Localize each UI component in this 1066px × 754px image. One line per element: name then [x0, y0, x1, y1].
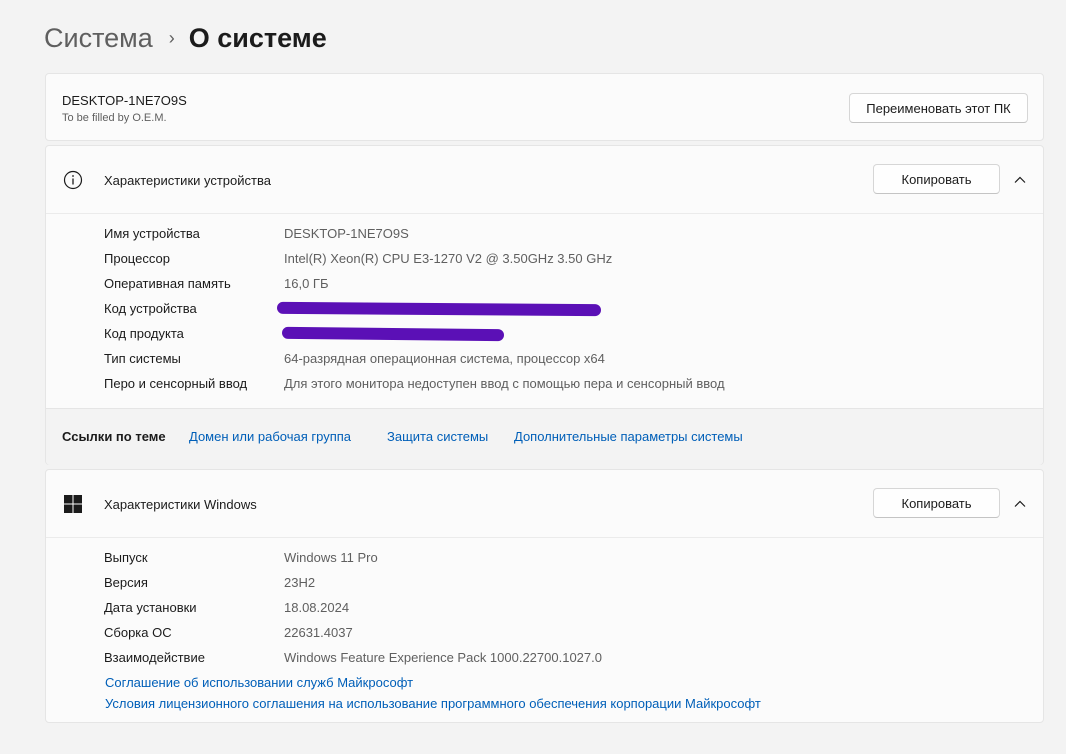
link-domain-workgroup[interactable]: Домен или рабочая группа [189, 429, 351, 444]
redaction-scribble [281, 326, 505, 342]
rename-pc-button[interactable]: Переименовать этот ПК [849, 93, 1028, 123]
device-specs-title: Характеристики устройства [104, 173, 271, 188]
spec-value: 23H2 [284, 575, 316, 590]
spec-label: Код устройства [104, 301, 197, 316]
breadcrumb-parent[interactable]: Система [44, 23, 153, 54]
related-links-label: Ссылки по теме [62, 429, 166, 444]
windows-specs-card: Характеристики Windows Копировать Выпуск… [45, 469, 1044, 723]
chevron-up-icon[interactable] [1013, 173, 1027, 187]
windows-logo-icon [64, 495, 82, 513]
spec-label: Перо и сенсорный ввод [104, 376, 248, 391]
windows-specs-header[interactable]: Характеристики Windows Копировать [46, 470, 1043, 538]
page-title: О системе [188, 22, 327, 53]
spec-label: Имя устройства [104, 226, 200, 241]
spec-value: Для этого монитора недоступен ввод с пом… [284, 376, 725, 391]
device-specs-card: Характеристики устройства Копировать Имя… [45, 145, 1044, 465]
spec-label: Взаимодействие [104, 650, 205, 665]
spec-label: Код продукта [104, 326, 184, 341]
pc-name-card: DESKTOP-1NE7O9S To be filled by O.E.M. П… [45, 73, 1044, 141]
spec-value: Windows 11 Pro [284, 550, 378, 565]
copy-windows-specs-button[interactable]: Копировать [873, 488, 1000, 518]
chevron-up-icon[interactable] [1013, 497, 1027, 511]
spec-value: 64-разрядная операционная система, проце… [284, 351, 605, 366]
spec-value: 18.08.2024 [284, 600, 350, 615]
related-links-bar: Ссылки по теме Домен или рабочая группа … [46, 408, 1043, 465]
spec-label: Процессор [104, 251, 170, 266]
spec-label: Сборка ОС [104, 625, 172, 640]
link-system-protection[interactable]: Защита системы [387, 429, 488, 444]
spec-value: 16,0 ГБ [284, 276, 329, 291]
windows-specs-title: Характеристики Windows [104, 497, 257, 512]
redaction-scribble [276, 301, 602, 317]
spec-label: Выпуск [104, 550, 148, 565]
spec-label: Версия [104, 575, 148, 590]
spec-value: 22631.4037 [284, 625, 353, 640]
link-microsoft-services-agreement[interactable]: Соглашение об использовании служб Майкро… [105, 675, 413, 690]
link-advanced-system-settings[interactable]: Дополнительные параметры системы [514, 429, 743, 444]
info-icon [63, 170, 83, 190]
spec-label: Тип системы [104, 351, 181, 366]
copy-device-specs-button[interactable]: Копировать [873, 164, 1000, 194]
spec-value: DESKTOP-1NE7O9S [284, 226, 409, 241]
spec-value: Windows Feature Experience Pack 1000.227… [284, 650, 602, 665]
spec-label: Дата установки [104, 600, 197, 615]
pc-name: DESKTOP-1NE7O9S [62, 93, 187, 108]
spec-value: Intel(R) Xeon(R) CPU E3-1270 V2 @ 3.50GH… [284, 251, 613, 266]
spec-label: Оперативная память [104, 276, 231, 291]
device-specs-header[interactable]: Характеристики устройства Копировать [46, 146, 1043, 214]
link-microsoft-license-terms[interactable]: Условия лицензионного соглашения на испо… [105, 696, 761, 711]
breadcrumb: Система › О системе [44, 20, 327, 56]
pc-manufacturer: To be filled by O.E.M. [62, 112, 167, 124]
breadcrumb-separator: › [168, 27, 175, 48]
